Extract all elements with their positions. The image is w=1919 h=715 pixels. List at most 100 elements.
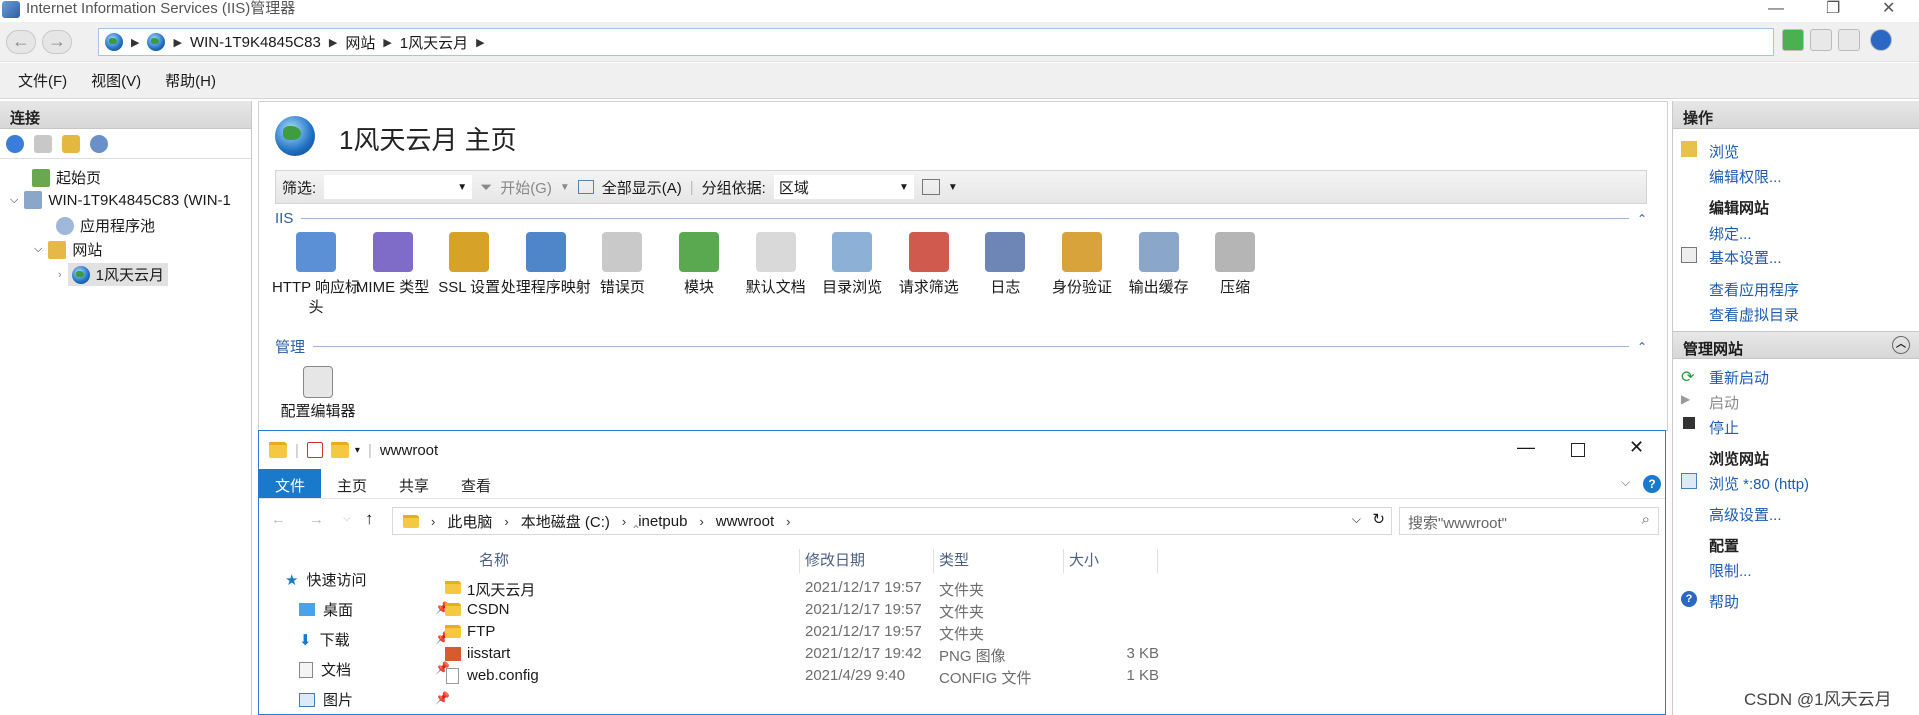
start-link[interactable]: 启动	[1709, 392, 1739, 413]
column-divider[interactable]	[1157, 549, 1158, 573]
stop-icon[interactable]	[1810, 29, 1832, 51]
up-arrow-icon[interactable]: ↑	[365, 509, 374, 529]
folder-icon	[445, 625, 461, 638]
refresh-icon[interactable]: ↻	[1372, 510, 1385, 528]
path-bar[interactable]: › 此电脑 › 本地磁盘 (C:) › inetpub › wwwroot › …	[392, 507, 1392, 535]
nav-pictures[interactable]: 图片	[299, 689, 353, 710]
back-button[interactable]: ←	[6, 30, 36, 54]
path-inetpub[interactable]: inetpub	[638, 513, 687, 530]
up-folder-icon[interactable]	[62, 134, 80, 153]
help-icon[interactable]: ?	[1643, 475, 1661, 493]
quick-access-dropdown-icon[interactable]: ▾	[355, 445, 360, 456]
manage-site-header: 管理网站 ︿	[1673, 331, 1919, 359]
ssl-settings-icon	[449, 232, 490, 272]
path-local-disk[interactable]: 本地磁盘 (C:)	[521, 511, 610, 532]
column-date[interactable]: 修改日期	[805, 549, 865, 570]
close-icon[interactable]: ✕	[1882, 0, 1895, 18]
site-globe-icon	[275, 116, 315, 156]
dropdown-arrow-icon: ▼	[559, 181, 570, 193]
feature-config-editor[interactable]: 配置编辑器	[271, 366, 365, 422]
selected-site[interactable]: 1风天云月	[67, 263, 169, 286]
refresh-icon[interactable]	[1782, 29, 1804, 51]
start-button[interactable]: 开始(G)	[500, 177, 552, 198]
help-icon[interactable]	[1870, 29, 1892, 51]
tree-label: WIN-1T9K4845C83 (WIN-1	[48, 191, 231, 209]
address-bar[interactable]: ▶ ▶ WIN-1T9K4845C83 ▶ 网站 ▶ 1风天云月 ▶	[98, 28, 1774, 56]
show-all-button[interactable]: 全部显示(A)	[602, 177, 682, 198]
column-divider[interactable]	[933, 549, 934, 573]
basic-settings-link[interactable]: 基本设置...	[1709, 247, 1782, 268]
forward-button[interactable]: →	[42, 30, 72, 54]
path-dropdown-icon[interactable]: ⌵	[1352, 512, 1361, 527]
feature-label: SSL 设置	[438, 279, 501, 296]
manage-section-header[interactable]: 管理 ⌃	[275, 336, 1647, 357]
tree-item-site[interactable]: › 1风天云月	[58, 263, 169, 286]
tree-item-sites[interactable]: ⌵ 网站	[34, 239, 102, 260]
close-icon[interactable]: ✕	[1629, 437, 1644, 458]
pin-icon[interactable]: 📌	[435, 691, 450, 705]
menu-file[interactable]: 文件(F)	[18, 70, 67, 91]
column-divider[interactable]	[1063, 549, 1064, 573]
collapse-icon[interactable]: ⌃	[1637, 340, 1647, 354]
view-virtual-dirs-link[interactable]: 查看虚拟目录	[1709, 304, 1799, 325]
stop-link[interactable]: 停止	[1709, 417, 1739, 438]
column-type[interactable]: 类型	[939, 549, 969, 570]
recent-dropdown-icon[interactable]: ⌵	[343, 513, 351, 524]
view-applications-link[interactable]: 查看应用程序	[1709, 279, 1799, 300]
tab-share[interactable]: 共享	[383, 469, 445, 498]
new-folder-icon[interactable]	[330, 442, 349, 458]
minimize-icon[interactable]: —	[1768, 0, 1784, 18]
browse-link[interactable]: 浏览	[1709, 141, 1739, 162]
column-name[interactable]: 名称	[479, 549, 509, 570]
tab-file[interactable]: 文件	[259, 469, 322, 498]
menu-view[interactable]: 视图(V)	[91, 70, 141, 91]
server-icon	[24, 191, 43, 209]
disconnect-icon[interactable]	[90, 134, 108, 153]
minimize-icon[interactable]: —	[1517, 437, 1535, 458]
save-icon[interactable]	[34, 134, 52, 153]
properties-icon[interactable]	[306, 442, 323, 458]
filter-input[interactable]: ▼	[324, 175, 473, 199]
search-input[interactable]: 搜索"wwwroot" ⌕	[1399, 507, 1659, 535]
tree-item-server[interactable]: ⌵ WIN-1T9K4845C83 (WIN-1	[10, 191, 231, 209]
tree-label: 网站	[72, 242, 103, 259]
tab-view[interactable]: 查看	[445, 469, 507, 498]
bindings-link[interactable]: 绑定...	[1709, 223, 1752, 244]
view-toggle-icon[interactable]	[921, 179, 940, 195]
feature-label: 模块	[683, 279, 714, 296]
tab-home[interactable]: 主页	[321, 469, 383, 498]
help-link[interactable]: 帮助	[1709, 591, 1739, 612]
forward-arrow-icon[interactable]: →	[309, 511, 324, 528]
ribbon-expand-icon[interactable]: ⌵	[1621, 475, 1630, 490]
restore-icon[interactable]: ❐	[1826, 0, 1840, 18]
feature-label: 身份验证	[1051, 279, 1112, 296]
home-icon[interactable]	[1838, 29, 1860, 51]
column-divider[interactable]	[799, 549, 800, 573]
tree-label: 应用程序池	[80, 218, 156, 235]
limits-link[interactable]: 限制...	[1709, 560, 1752, 581]
address-segment-sites[interactable]: 网站	[345, 32, 375, 53]
maximize-icon[interactable]	[1571, 443, 1585, 457]
tree-item-app-pools[interactable]: 应用程序池	[56, 215, 155, 236]
table-row[interactable]: web.config 2021/4/29 9:40 CONFIG 文件 1 KB	[259, 663, 1359, 689]
collapse-icon[interactable]: ⌃	[1637, 212, 1647, 226]
chevron-right-icon: ›	[504, 513, 509, 529]
collapse-icon[interactable]: ︿	[1892, 336, 1910, 354]
restart-link[interactable]: 重新启动	[1709, 367, 1769, 388]
feature-compression[interactable]: 压缩	[1188, 232, 1282, 298]
menu-help[interactable]: 帮助(H)	[165, 70, 216, 91]
advanced-settings-link[interactable]: 高级设置...	[1709, 504, 1782, 525]
address-segment-server[interactable]: WIN-1T9K4845C83	[190, 34, 321, 51]
edit-permissions-link[interactable]: 编辑权限...	[1709, 166, 1782, 187]
path-wwwroot[interactable]: wwwroot	[716, 513, 774, 530]
group-by-select[interactable]: 区域 ▼	[773, 175, 914, 199]
column-size[interactable]: 大小	[1069, 549, 1099, 570]
tree-item-start-page[interactable]: 起始页	[32, 167, 101, 188]
browse-http-link[interactable]: 浏览 *:80 (http)	[1709, 473, 1809, 494]
back-arrow-icon[interactable]: ←	[271, 511, 286, 528]
iis-section-header[interactable]: IIS ⌃	[275, 210, 1647, 227]
address-segment-site[interactable]: 1风天云月	[400, 32, 468, 53]
path-this-pc[interactable]: 此电脑	[447, 511, 492, 532]
http-response-headers-icon	[296, 232, 336, 272]
connect-icon[interactable]	[6, 134, 24, 153]
